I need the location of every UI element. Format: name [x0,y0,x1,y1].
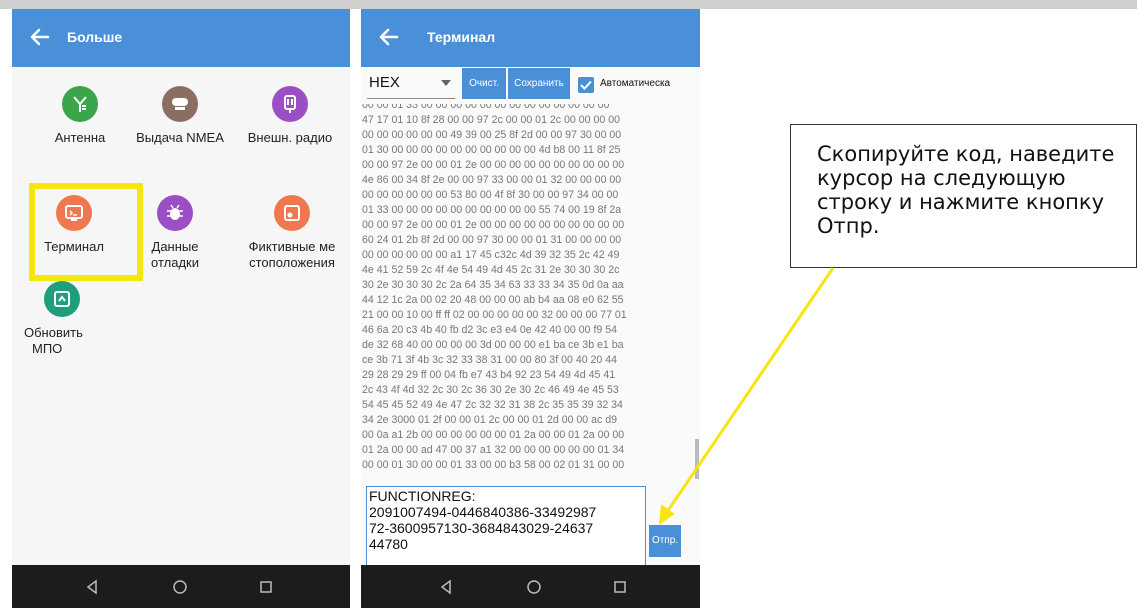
pointer-arrow [658,267,835,526]
